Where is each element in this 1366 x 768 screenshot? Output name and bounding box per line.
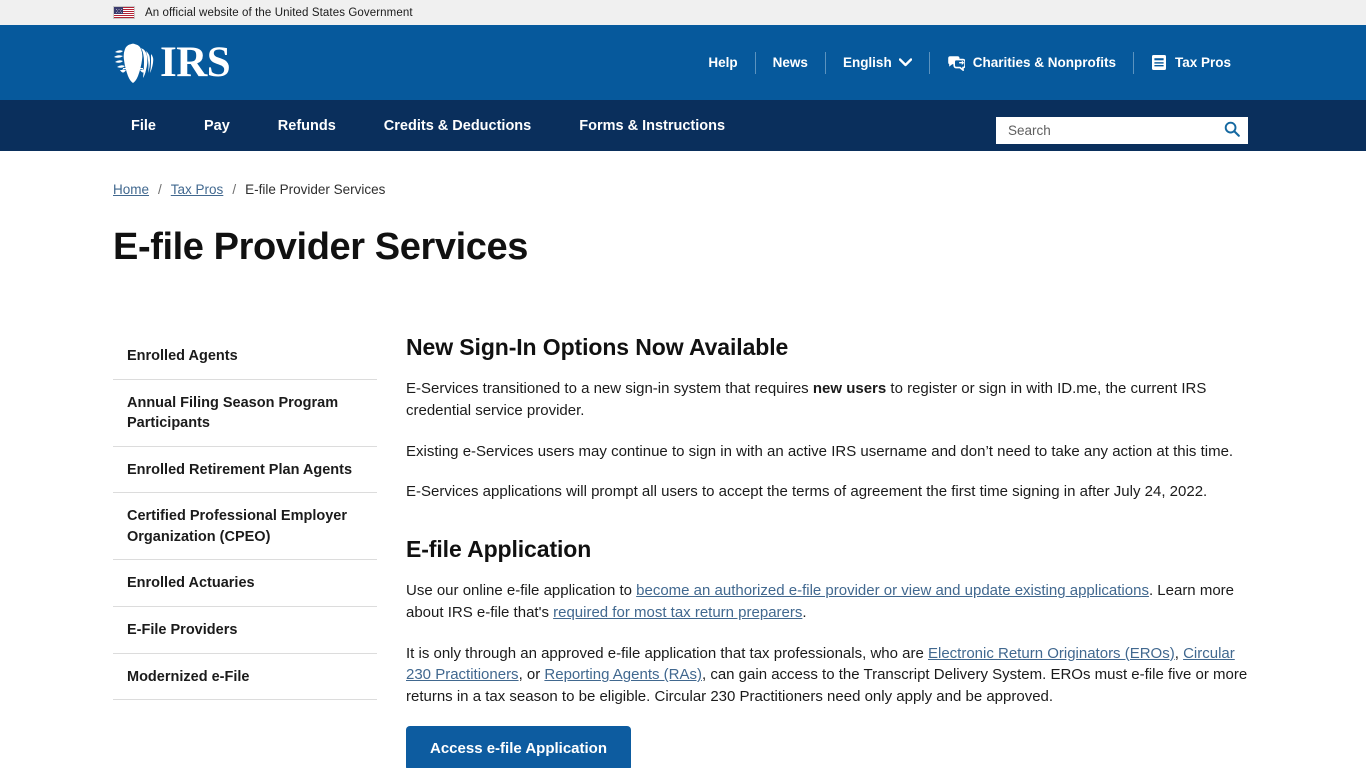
language-selector-label: English — [842, 55, 892, 70]
utility-nav-tax-pros-label: Tax Pros — [1174, 55, 1231, 70]
utility-nav-help[interactable]: Help — [691, 55, 754, 70]
text-fragment: E-Services transitioned to a new sign-in… — [406, 380, 813, 397]
sidebar-item-enrolled-actuaries[interactable]: Enrolled Actuaries — [113, 560, 377, 608]
text-fragment: It is only through an approved e-file ap… — [406, 644, 928, 662]
utility-nav-news[interactable]: News — [756, 55, 825, 70]
breadcrumb-tax-pros[interactable]: Tax Pros — [171, 182, 224, 197]
sidebar-item-enrolled-retirement-plan-agents[interactable]: Enrolled Retirement Plan Agents — [113, 447, 377, 494]
main-nav-item-file[interactable]: File — [113, 118, 180, 134]
page-title: E-file Provider Services — [113, 226, 528, 268]
sidebar-item-label: E-File Providers — [127, 622, 238, 639]
text-fragment: , — [1174, 644, 1184, 662]
irs-logo[interactable]: IRS — [113, 38, 231, 86]
main-nav-list: File Pay Refunds Credits & Deductions Fo… — [113, 118, 749, 134]
sidebar-item-label: Enrolled Actuaries — [127, 575, 255, 592]
irs-eagle-scales-emblem — [113, 40, 159, 84]
main-nav-item-pay[interactable]: Pay — [180, 118, 254, 134]
breadcrumb-home[interactable]: Home — [113, 182, 149, 197]
paragraph-sign-in-intro: E-Services transitioned to a new sign-in… — [406, 378, 1258, 422]
utility-nav-charities-nonprofits[interactable]: Charities & Nonprofits — [930, 55, 1133, 71]
paragraph-approved-application: It is only through an approved e-file ap… — [406, 643, 1258, 708]
utility-nav: Help News English Charities & Nonprofits… — [691, 25, 1248, 100]
paragraph-terms-prompt: E-Services applications will prompt all … — [406, 483, 1208, 501]
breadcrumb-current: E-file Provider Services — [245, 182, 386, 197]
irs-logo-text: IRS — [160, 38, 231, 86]
utility-nav-tax-pros[interactable]: Tax Pros — [1134, 54, 1248, 71]
sidebar-item-e-file-providers[interactable]: E-File Providers — [113, 607, 377, 654]
content-columns: Enrolled Agents Annual Filing Season Pro… — [113, 334, 1258, 768]
link-electronic-return-originators[interactable]: Electronic Return Originators (EROs) — [928, 645, 1175, 662]
sidebar-item-label: Certified Professional Employer Organiza… — [127, 508, 347, 545]
search-icon — [1224, 121, 1240, 140]
sidebar-item-annual-filing-season-program-participants[interactable]: Annual Filing Season Program Participant… — [113, 380, 377, 447]
sidebar-item-label: Enrolled Retirement Plan Agents — [127, 461, 353, 478]
section-heading-sign-in-options: New Sign-In Options Now Available — [406, 334, 789, 360]
speech-bubble-icon — [947, 55, 965, 71]
chevron-down-icon — [898, 58, 912, 67]
link-reporting-agents[interactable]: Reporting Agents (RAs) — [544, 666, 702, 683]
main-content: New Sign-In Options Now Available E-Serv… — [377, 334, 1258, 768]
link-become-authorized-provider[interactable]: become an authorized e-file provider or … — [636, 582, 1149, 599]
utility-nav-charities-label: Charities & Nonprofits — [972, 55, 1116, 70]
sidebar-item-label: Modernized e-File — [127, 668, 250, 685]
utility-nav-help-label: Help — [708, 55, 738, 70]
breadcrumb: Home / Tax Pros / E-file Provider Servic… — [113, 182, 1258, 197]
text-fragment: . — [802, 603, 807, 621]
section-heading-e-file-application: E-file Application — [406, 536, 592, 562]
main-nav-item-credits-deductions[interactable]: Credits & Deductions — [360, 118, 555, 134]
access-e-file-application-button[interactable]: Access e-file Application — [406, 725, 631, 768]
link-required-for-preparers[interactable]: required for most tax return preparers — [553, 604, 802, 621]
sidebar-item-modernized-e-file[interactable]: Modernized e-File — [113, 654, 377, 701]
paragraph-existing-users: Existing e-Services users may continue t… — [406, 442, 1234, 460]
sidebar-item-certified-professional-employer-organization[interactable]: Certified Professional Employer Organiza… — [113, 493, 377, 561]
utility-nav-news-label: News — [772, 55, 808, 70]
breadcrumb-separator: / — [158, 182, 162, 197]
us-flag-icon — [113, 6, 135, 19]
text-fragment: Use our online e-file application to — [406, 582, 637, 599]
paragraph-online-application: Use our online e-file application to bec… — [406, 580, 1258, 624]
language-selector[interactable]: English — [826, 55, 929, 70]
text-emphasis-new-users: new users — [812, 380, 887, 397]
search-input[interactable] — [1006, 122, 1224, 139]
page-body: Home / Tax Pros / E-file Provider Servic… — [0, 182, 1366, 768]
search-box — [996, 117, 1248, 144]
main-nav-item-refunds[interactable]: Refunds — [254, 118, 360, 134]
breadcrumb-separator: / — [232, 182, 237, 197]
site-header: IRS Help News English Charities & Nonpro… — [0, 25, 1366, 100]
main-navigation: File Pay Refunds Credits & Deductions Fo… — [0, 100, 1366, 151]
gov-banner: An official website of the United States… — [0, 0, 1366, 25]
search-button[interactable] — [1224, 121, 1240, 140]
sidebar-item-enrolled-agents[interactable]: Enrolled Agents — [113, 334, 377, 380]
sidebar-item-label: Enrolled Agents — [127, 348, 238, 364]
main-nav-item-forms-instructions[interactable]: Forms & Instructions — [555, 118, 749, 134]
text-fragment: , or — [518, 666, 545, 684]
book-icon — [1151, 54, 1167, 71]
sidebar-nav: Enrolled Agents Annual Filing Season Pro… — [113, 334, 377, 768]
gov-banner-text: An official website of the United States… — [145, 6, 413, 19]
sidebar-item-label: Annual Filing Season Program Participant… — [127, 394, 339, 432]
